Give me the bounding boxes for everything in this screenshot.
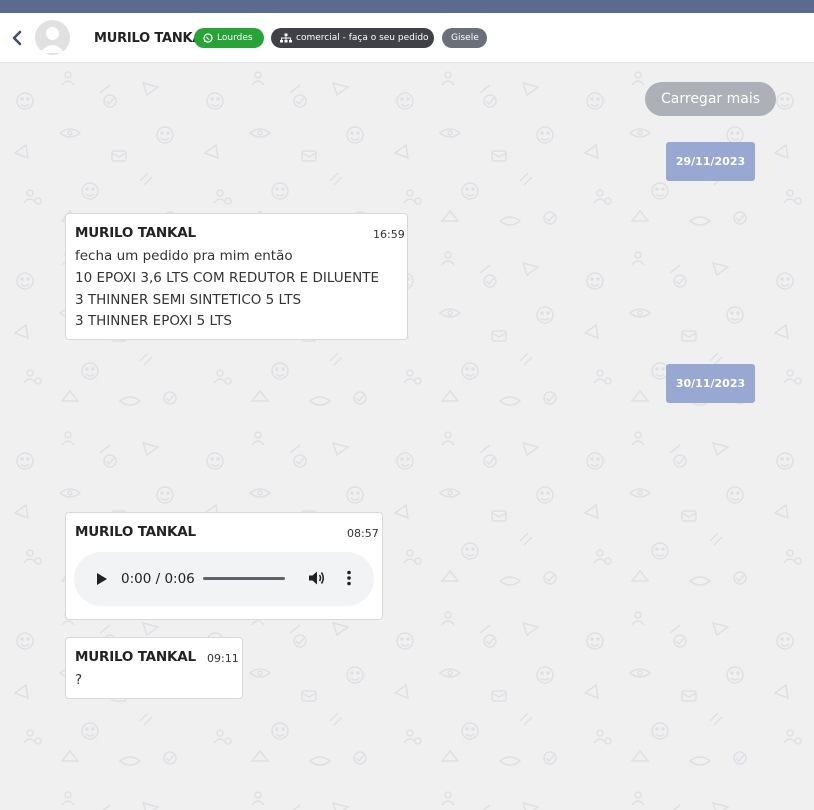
sitemap-icon [280,33,292,43]
tag-gisele[interactable]: Gisele [442,28,487,48]
message-line: 3 THINNER SEMI SINTETICO 5 LTS [75,291,302,308]
tag-label: Lourdes [217,33,253,43]
message-bubble[interactable]: MURILO TANKAL 09:11 ? [65,637,243,699]
message-line: 10 EPOXI 3,6 LTS COM REDUTOR E DILUENTE [75,269,380,286]
audio-player[interactable]: 0:00 / 0:06 [74,552,374,606]
volume-icon[interactable] [307,569,325,587]
whatsapp-icon [203,33,213,43]
contact-name: MURILO TANKAL [94,31,211,46]
message-text: ? [75,670,82,692]
user-silhouette-icon [40,27,65,53]
message-bubble[interactable]: MURILO TANKAL 16:59 fecha um pedido pra … [65,213,408,340]
date-separator: 29/11/2023 [666,142,755,181]
message-bubble[interactable]: MURILO TANKAL 08:57 0:00 / 0:06 [65,512,383,620]
avatar[interactable] [35,20,70,55]
message-line: fecha um pedido pra mim então [75,248,293,264]
message-line: ? [75,672,83,688]
message-line: 3 THINNER EPOXI 5 LTS [75,313,232,330]
chat-area[interactable]: Carregar mais 29/11/2023 MURILO TANKAL 1… [0,63,814,810]
tag-label: comercial - faça o seu pedido [296,33,429,43]
audio-time: 0:00 / 0:06 [121,571,195,587]
message-time: 09:11 [207,652,239,665]
message-time: 08:57 [347,527,379,540]
top-strip [0,0,814,13]
chevron-left-icon [12,30,22,46]
tag-lourdes[interactable]: Lourdes [194,28,264,48]
message-text: fecha um pedido pra mim então 10 EPOXI 3… [75,246,379,333]
chat-header: MURILO TANKAL Lourdes comercial - faça o… [0,13,814,63]
back-button[interactable] [9,29,25,47]
tag-label: Gisele [451,33,479,43]
load-more-button[interactable]: Carregar mais [645,82,776,116]
audio-progress-bar[interactable] [203,577,285,580]
tag-comercial[interactable]: comercial - faça o seu pedido [271,28,434,48]
date-separator: 30/11/2023 [666,364,755,403]
message-sender: MURILO TANKAL [75,225,196,241]
message-sender: MURILO TANKAL [75,524,196,540]
message-sender: MURILO TANKAL [75,649,196,665]
play-icon[interactable] [96,572,108,586]
message-time: 16:59 [373,228,405,241]
more-options-icon[interactable] [346,569,352,587]
